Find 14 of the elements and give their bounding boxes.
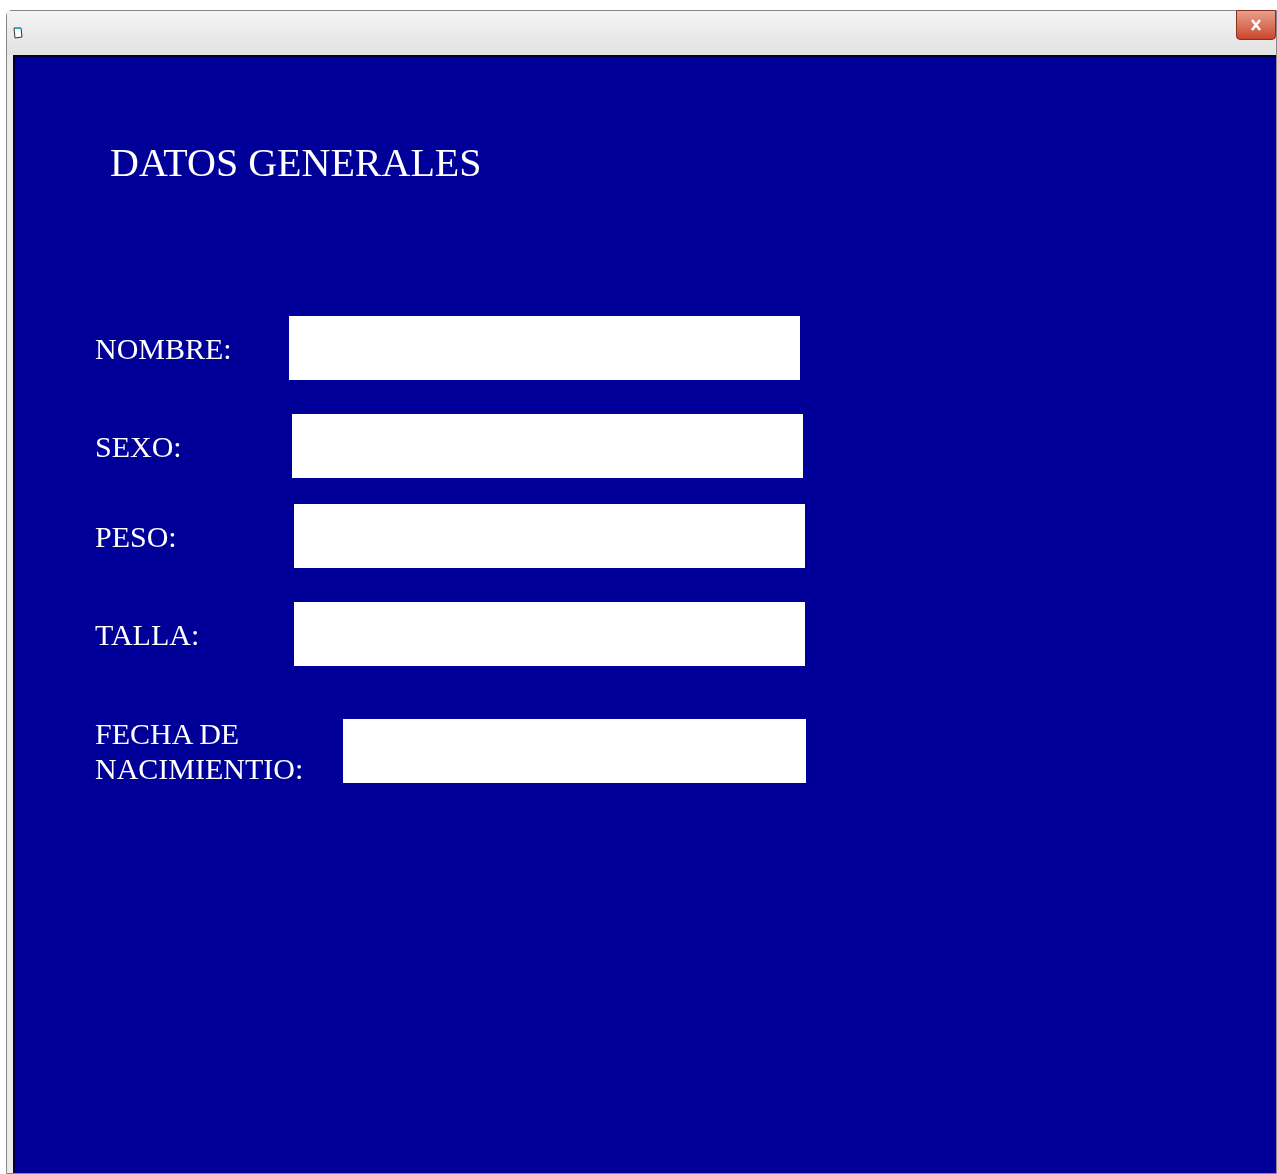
- close-button[interactable]: [1236, 10, 1276, 40]
- field-label: SEXO:: [95, 428, 183, 464]
- field-label: FECHA DE NACIMIENTIO:: [95, 716, 305, 786]
- app-icon: [13, 26, 23, 39]
- close-icon: [1251, 19, 1261, 31]
- input-field[interactable]: [294, 602, 805, 666]
- form-title: DATOS GENERALES: [110, 139, 482, 187]
- input-field[interactable]: [343, 719, 806, 783]
- field-label: TALLA:: [95, 616, 201, 652]
- input-field[interactable]: [294, 504, 805, 568]
- field-label: NOMBRE:: [95, 330, 233, 366]
- input-field[interactable]: [289, 316, 800, 380]
- input-field[interactable]: [292, 414, 803, 478]
- field-label: PESO:: [95, 518, 178, 554]
